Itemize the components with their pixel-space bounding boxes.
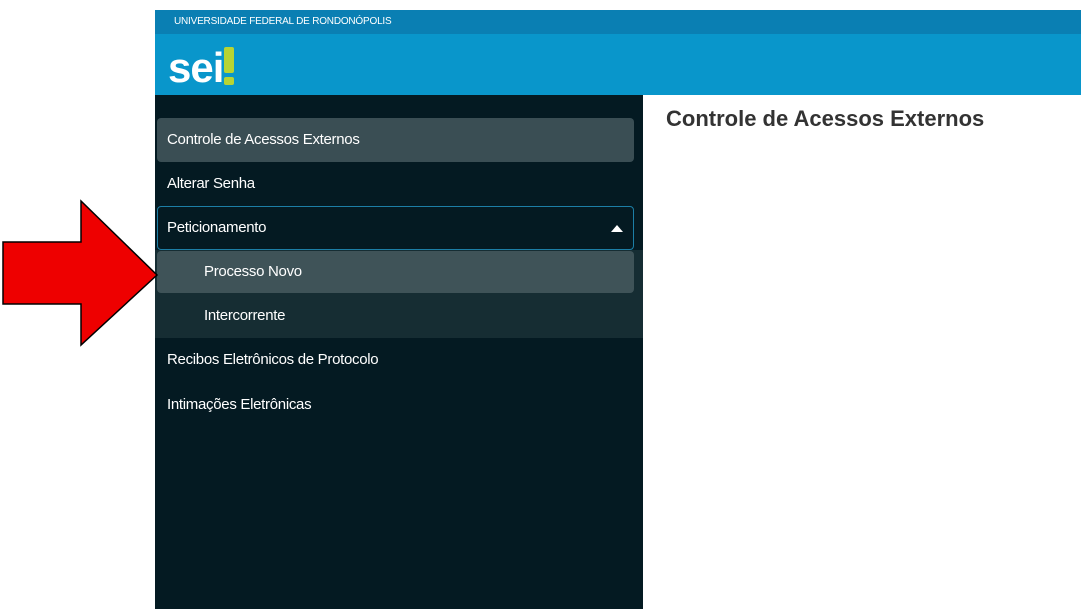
- institution-name: UNIVERSIDADE FEDERAL DE RONDONÓPOLIS: [155, 10, 1081, 34]
- sidebar-item-intimacoes-eletronicas[interactable]: Intimações Eletrônicas: [157, 383, 634, 427]
- sidebar-item-label: Peticionamento: [167, 219, 267, 236]
- peticionamento-submenu: Processo Novo Intercorrente: [155, 250, 643, 338]
- sidebar-item-peticionamento[interactable]: Peticionamento: [157, 206, 634, 250]
- sidebar-item-alterar-senha[interactable]: Alterar Senha: [157, 162, 634, 206]
- sei-logo[interactable]: sei: [168, 40, 235, 92]
- logo-text: sei: [168, 44, 224, 91]
- header: UNIVERSIDADE FEDERAL DE RONDONÓPOLIS sei: [155, 10, 1081, 95]
- sidebar-menu: Controle de Acessos Externos Alterar Sen…: [155, 95, 643, 609]
- submenu-item-processo-novo[interactable]: Processo Novo: [157, 251, 634, 293]
- submenu-item-intercorrente[interactable]: Intercorrente: [157, 295, 634, 337]
- page-title: Controle de Acessos Externos: [666, 106, 985, 131]
- sidebar-item-recibos-eletronicos[interactable]: Recibos Eletrônicos de Protocolo: [157, 338, 634, 382]
- sidebar-item-controle-acessos-externos[interactable]: Controle de Acessos Externos: [157, 118, 634, 162]
- arrow-right-icon: [2, 199, 159, 347]
- caret-up-icon: [611, 225, 623, 232]
- page: UNIVERSIDADE FEDERAL DE RONDONÓPOLIS sei…: [0, 0, 1081, 609]
- logo-exclamation-icon: [224, 47, 235, 85]
